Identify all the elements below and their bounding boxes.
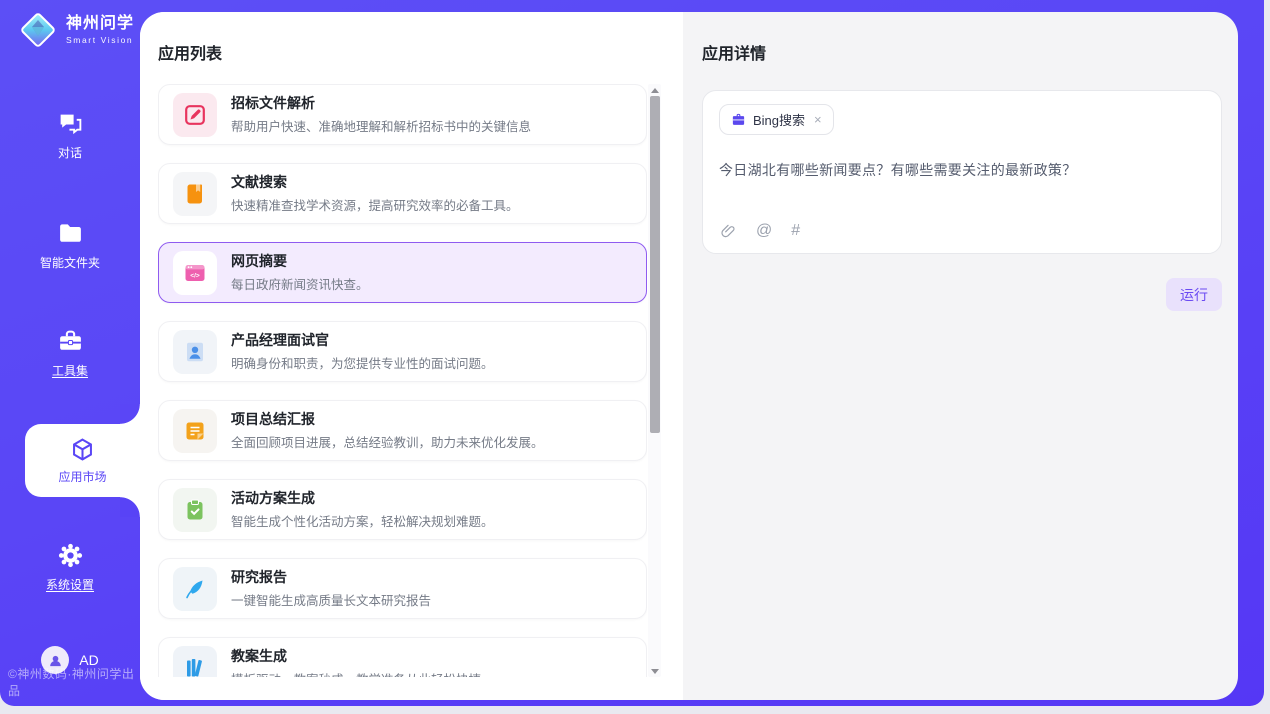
at-icon[interactable]: @: [756, 222, 772, 240]
app-card-tile: [173, 567, 217, 611]
brand-logo: 神州问学 Smart Vision: [18, 10, 134, 50]
app-card-desc: 明确身份和职责，为您提供专业性的面试问题。: [231, 353, 494, 372]
app-card[interactable]: 产品经理面试官 明确身份和职责，为您提供专业性的面试问题。: [158, 321, 647, 382]
gem-diamond-icon: [18, 10, 58, 50]
sidebar-item-label: 系统设置: [46, 576, 94, 593]
report-note-icon: [183, 419, 207, 443]
books-icon: [183, 656, 207, 678]
app-card-desc: 全面回顾项目进展，总结经验教训，助力未来优化发展。: [231, 432, 544, 451]
app-card-title: 产品经理面试官: [231, 331, 494, 349]
svg-text:</>: </>: [190, 272, 200, 279]
app-card-title: 文献搜索: [231, 173, 519, 191]
app-card[interactable]: 招标文件解析 帮助用户快速、准确地理解和解析招标书中的关键信息: [158, 84, 647, 145]
app-card[interactable]: 教案生成 模板驱动，教案秒成，教学准备从此轻松快捷: [158, 637, 647, 677]
sidebar-item-label: 对话: [58, 144, 82, 161]
quill-icon: [183, 577, 207, 601]
sidebar-item-toolset[interactable]: 工具集: [0, 328, 140, 379]
browser-code-icon: </>: [183, 261, 207, 285]
tool-tag-label: Bing搜索: [753, 110, 805, 129]
app-card-tile: </>: [173, 251, 217, 295]
sidebar-item-label: 工具集: [52, 362, 88, 379]
app-card-title: 研究报告: [231, 568, 431, 586]
app-card-tile: [173, 488, 217, 532]
triangle-up-icon: [651, 88, 659, 93]
app-card-desc: 每日政府新闻资讯快查。: [231, 274, 369, 293]
scrollbar[interactable]: [648, 84, 661, 677]
app-card[interactable]: 文献搜索 快速精准查找学术资源，提高研究效率的必备工具。: [158, 163, 647, 224]
app-card-desc: 帮助用户快速、准确地理解和解析招标书中的关键信息: [231, 116, 531, 135]
run-row: 运行: [702, 278, 1222, 311]
scrollbar-down-arrow[interactable]: [648, 665, 661, 677]
hash-icon[interactable]: #: [791, 222, 800, 240]
tool-tag-bing-search[interactable]: Bing搜索 ×: [719, 104, 834, 135]
content-shell: 应用列表 招标文件解析 帮助用户快速、准确地理解和解析招标书中的关键信息 文献搜…: [140, 12, 1238, 700]
close-icon[interactable]: ×: [814, 112, 822, 127]
app-card-tile: [173, 93, 217, 137]
active-tab-fillet-bottom: [120, 497, 140, 517]
active-tab-fillet-top: [120, 404, 140, 424]
app-card-tile: [173, 646, 217, 678]
app-card[interactable]: </> 网页摘要 每日政府新闻资讯快查。: [158, 242, 647, 303]
input-toolbar: @ #: [720, 222, 800, 240]
app-detail-title: 应用详情: [702, 40, 1238, 64]
app-list-title: 应用列表: [158, 40, 222, 64]
app-card[interactable]: 活动方案生成 智能生成个性化活动方案，轻松解决规划难题。: [158, 479, 647, 540]
paperclip-icon[interactable]: [720, 223, 737, 240]
triangle-down-icon: [651, 669, 659, 674]
app-detail-panel: 应用详情 Bing搜索 × 今日湖北有哪些新闻要点？有哪些需要关注的最新政策？: [683, 12, 1238, 700]
cube-icon: [69, 436, 96, 463]
brand-subtitle: Smart Vision: [66, 35, 134, 45]
app-list-panel: 应用列表 招标文件解析 帮助用户快速、准确地理解和解析招标书中的关键信息 文献搜…: [140, 12, 683, 700]
app-card-desc: 一键智能生成高质量长文本研究报告: [231, 590, 431, 609]
run-button[interactable]: 运行: [1166, 278, 1222, 311]
toolbox-icon: [57, 328, 84, 355]
sidebar-item-label: 智能文件夹: [40, 254, 100, 271]
sidebar-item-label: 应用市场: [58, 468, 106, 485]
query-text[interactable]: 今日湖北有哪些新闻要点？有哪些需要关注的最新政策？: [719, 160, 1205, 180]
app-card-desc: 模板驱动，教案秒成，教学准备从此轻松快捷: [231, 669, 481, 677]
app-card-tile: [173, 330, 217, 374]
app-frame: 神州问学 Smart Vision 对话 智能文件夹 工具: [0, 0, 1264, 706]
sidebar: 神州问学 Smart Vision 对话 智能文件夹 工具: [0, 0, 140, 706]
app-list: 招标文件解析 帮助用户快速、准确地理解和解析招标书中的关键信息 文献搜索 快速精…: [158, 84, 647, 677]
chat-icon: [57, 110, 84, 137]
sidebar-item-chat[interactable]: 对话: [0, 110, 140, 161]
sidebar-item-settings[interactable]: 系统设置: [0, 542, 140, 593]
sidebar-item-smart-folder[interactable]: 智能文件夹: [0, 220, 140, 271]
app-card-desc: 快速精准查找学术资源，提高研究效率的必备工具。: [231, 195, 519, 214]
prompt-card: Bing搜索 × 今日湖北有哪些新闻要点？有哪些需要关注的最新政策？ @ #: [702, 90, 1222, 254]
copyright-footer: ©神州数码·神州问学出品: [8, 665, 140, 699]
gear-icon: [57, 542, 84, 569]
clipboard-check-icon: [183, 498, 207, 522]
app-card-title: 项目总结汇报: [231, 410, 544, 428]
app-card-title: 活动方案生成: [231, 489, 494, 507]
app-card[interactable]: 项目总结汇报 全面回顾项目进展，总结经验教训，助力未来优化发展。: [158, 400, 647, 461]
sidebar-item-app-market[interactable]: 应用市场: [25, 424, 140, 497]
app-card-tile: [173, 172, 217, 216]
book-icon: [183, 182, 207, 206]
scrollbar-thumb[interactable]: [650, 96, 660, 433]
app-card-title: 招标文件解析: [231, 94, 531, 112]
app-card[interactable]: 研究报告 一键智能生成高质量长文本研究报告: [158, 558, 647, 619]
folder-icon: [57, 220, 84, 247]
app-card-title: 网页摘要: [231, 252, 369, 270]
app-card-tile: [173, 409, 217, 453]
pen-square-icon: [183, 103, 207, 127]
scrollbar-up-arrow[interactable]: [648, 84, 661, 96]
interviewer-icon: [183, 340, 207, 364]
app-card-title: 教案生成: [231, 647, 481, 665]
app-card-desc: 智能生成个性化活动方案，轻松解决规划难题。: [231, 511, 494, 530]
brand-name: 神州问学: [66, 15, 134, 33]
briefcase-icon: [731, 112, 746, 127]
